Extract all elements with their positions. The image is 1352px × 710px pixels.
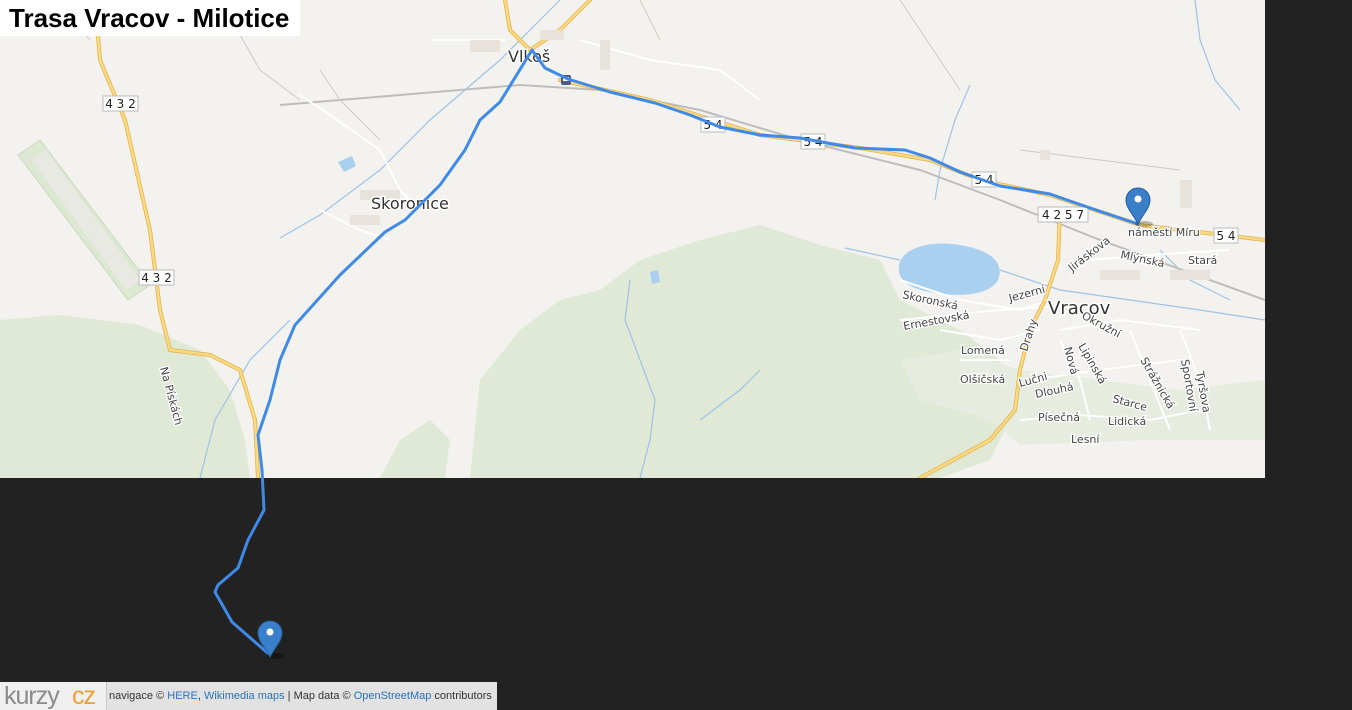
shield-432-south: 4 3 2 — [138, 269, 175, 286]
place-label-vlkos: Vlkoš — [508, 47, 550, 66]
svg-text:Lomená: Lomená — [961, 344, 1005, 357]
shield-54-b: 5 4 — [800, 133, 826, 150]
map-view[interactable]: 4 3 2 4 3 2 5 4 5 4 5 4 5 4 4 2 5 7 Vlko… — [0, 0, 1265, 478]
here-link[interactable]: HERE — [167, 690, 198, 702]
svg-text:náměstí Míru: náměstí Míru — [1128, 226, 1200, 239]
svg-text:5 4: 5 4 — [703, 118, 722, 132]
place-label-skoronice: Skoronice — [371, 194, 449, 213]
place-label-vracov: Vracov — [1048, 298, 1111, 319]
svg-text:5 4: 5 4 — [1216, 229, 1235, 243]
svg-text:4 3 2: 4 3 2 — [141, 271, 172, 285]
svg-text:5 4: 5 4 — [974, 173, 993, 187]
attribution-text: navigace © HERE, Wikimedia maps | Map da… — [109, 690, 492, 702]
kurzy-logo[interactable]: kurzy cz — [0, 682, 107, 710]
svg-text:Stará: Stará — [1188, 254, 1217, 267]
openstreetmap-link[interactable]: OpenStreetMap — [354, 690, 432, 702]
attribution-bar: kurzy cz navigace © HERE, Wikimedia maps … — [0, 682, 497, 710]
shield-54-c: 5 4 — [971, 171, 997, 188]
svg-text:5 4: 5 4 — [803, 135, 822, 149]
train-station-icon — [561, 75, 571, 85]
svg-text:Lesní: Lesní — [1071, 433, 1100, 446]
svg-text:Písečná: Písečná — [1038, 411, 1080, 424]
shield-4257: 4 2 5 7 — [1037, 206, 1089, 223]
shield-432-north: 4 3 2 — [102, 95, 139, 112]
wikimedia-maps-link[interactable]: Wikimedia maps — [204, 690, 285, 702]
svg-text:Lidická: Lidická — [1108, 415, 1146, 428]
end-marker[interactable] — [257, 620, 285, 659]
svg-text:4 3 2: 4 3 2 — [105, 97, 136, 111]
page-title: Trasa Vracov - Milotice — [0, 0, 301, 36]
shield-54-d: 5 4 — [1213, 227, 1239, 244]
svg-text:4 2 5 7: 4 2 5 7 — [1042, 208, 1084, 222]
svg-text:Olšičská: Olšičská — [960, 373, 1005, 386]
shield-54-a: 5 4 — [700, 116, 726, 133]
